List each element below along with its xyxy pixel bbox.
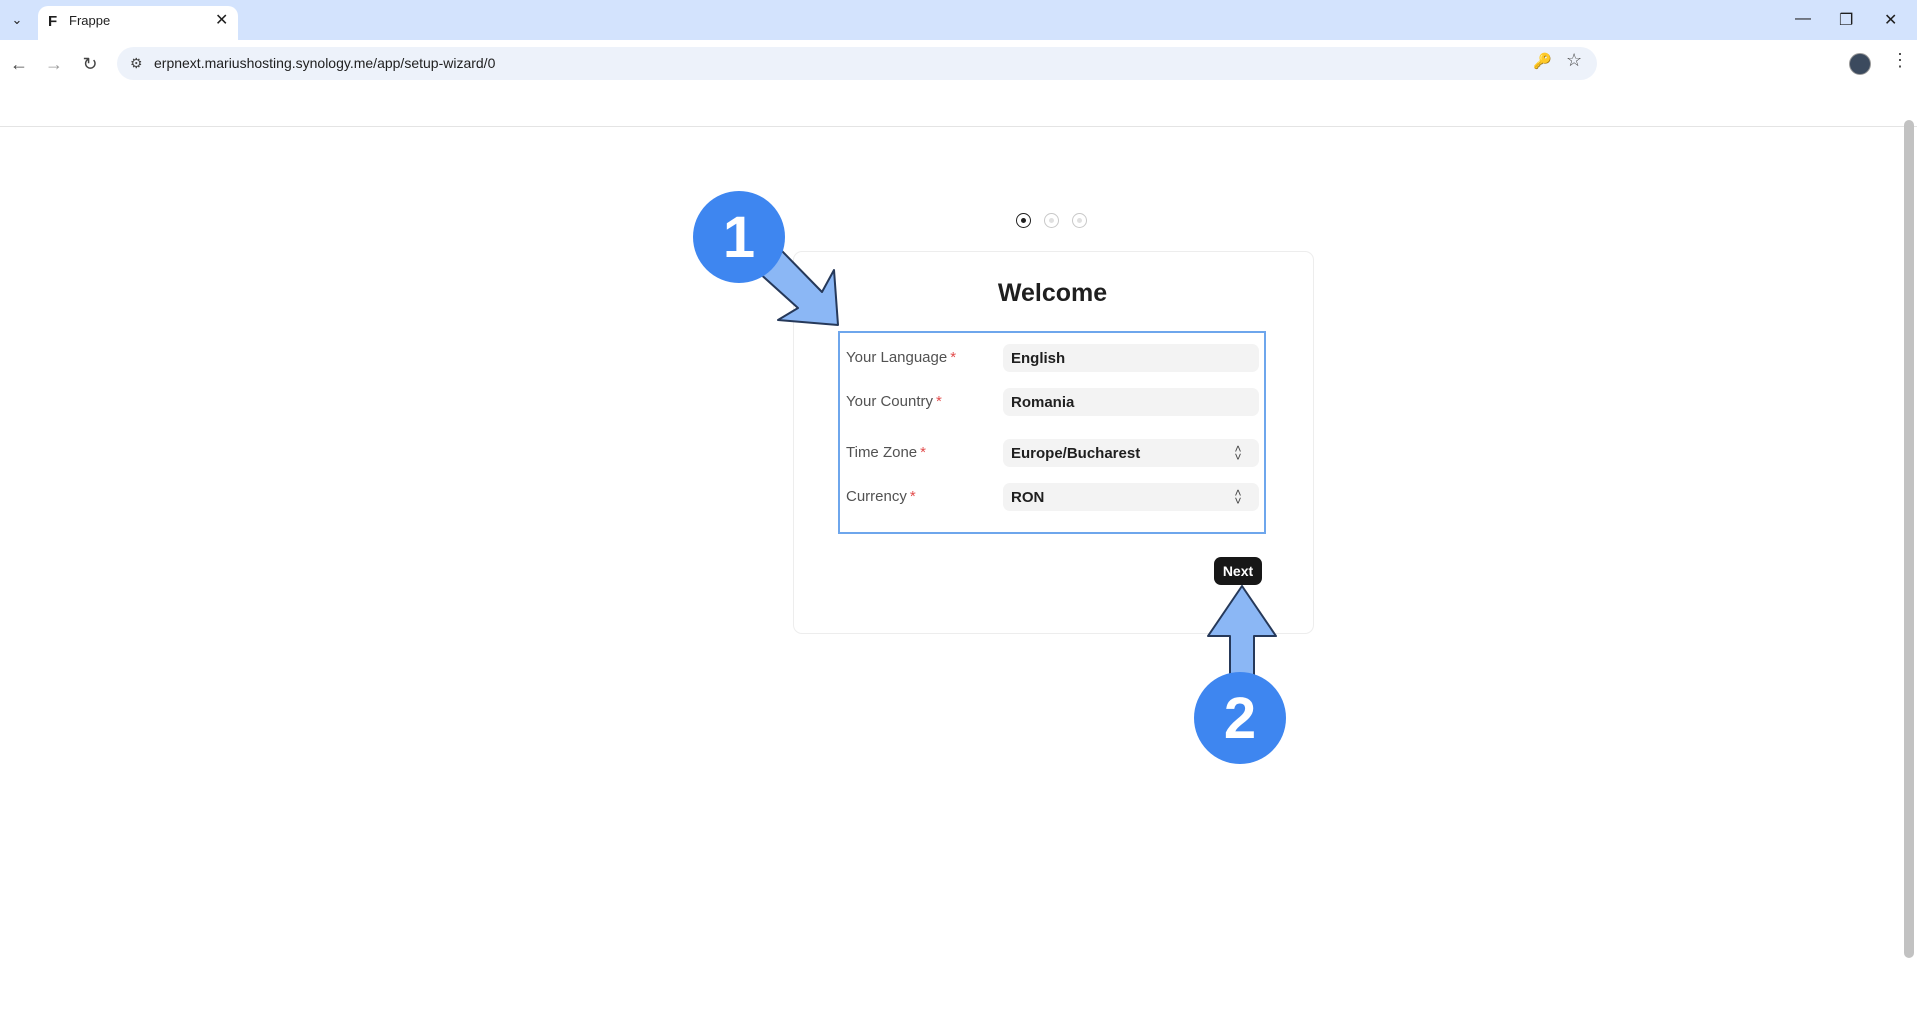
arrow-2-icon — [1207, 585, 1277, 676]
annotation-badge-1: 1 — [693, 191, 785, 283]
annotation-badge-2: 2 — [1194, 672, 1286, 764]
annotation-arrows — [756, 249, 1277, 676]
